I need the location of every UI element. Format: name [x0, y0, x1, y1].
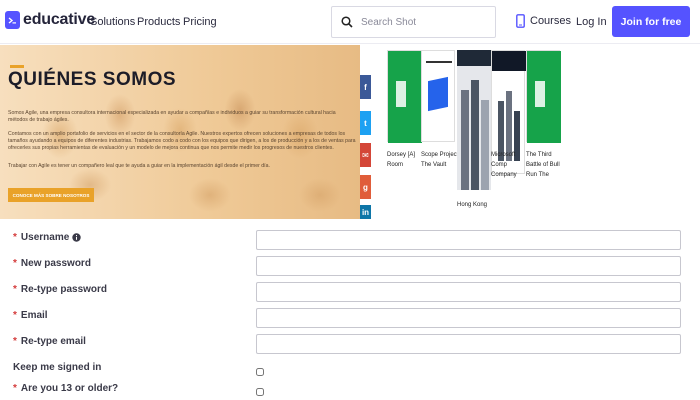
book-cover	[526, 50, 561, 143]
required-marker: *	[13, 258, 17, 269]
book-card[interactable]: Hong Kong	[457, 50, 491, 208]
form-row-email: * Email	[0, 306, 700, 330]
nav-solutions[interactable]: Solutions	[90, 16, 135, 28]
twitter-icon[interactable]: t	[360, 111, 371, 135]
email-field[interactable]	[256, 308, 681, 328]
book-cover	[387, 50, 422, 143]
educative-logo[interactable]: educative	[5, 11, 95, 29]
educative-logo-icon	[5, 11, 20, 29]
username-field[interactable]	[256, 230, 681, 250]
join-for-free-button[interactable]: Join for free	[612, 6, 690, 37]
courses-icon	[516, 14, 525, 28]
courses-link[interactable]: Courses	[516, 14, 571, 28]
book-cover	[457, 50, 491, 190]
google-plus-icon[interactable]: g	[360, 175, 371, 199]
email-icon[interactable]: ✉	[360, 143, 371, 167]
learn-more-button[interactable]: CONOCE MÁS SOBRE NOSOTROS	[8, 188, 94, 202]
required-marker: *	[13, 232, 17, 243]
login-link[interactable]: Log In	[576, 16, 607, 28]
new-password-label: * New password	[13, 258, 91, 269]
username-label: * Username	[13, 232, 81, 243]
required-marker: *	[13, 336, 17, 347]
hero-paragraph-1: Somos Agile, una empresa consultora inte…	[8, 110, 336, 123]
nav-pricing[interactable]: Pricing	[183, 16, 217, 28]
retype-password-label: * Re-type password	[13, 284, 108, 295]
title-accent-bar	[10, 65, 24, 68]
hero-paragraph-3: Trabajar con Agile es tener un compañero…	[8, 163, 270, 169]
form-row-age-check: * Are you 13 or older?	[0, 383, 700, 400]
required-marker: *	[13, 310, 17, 321]
book-caption: Dorsey [A] Room	[387, 152, 416, 168]
new-password-field[interactable]	[256, 256, 681, 276]
required-marker: *	[13, 284, 17, 295]
age-check-checkbox[interactable]	[256, 388, 264, 396]
book-card[interactable]: Microsoft Comp Company	[491, 50, 526, 190]
book-card[interactable]: The Third Battle of Bull Run The	[526, 50, 561, 190]
book-caption: The Third Battle of Bull Run The	[526, 152, 560, 178]
required-marker: *	[13, 383, 17, 394]
email-label: * Email	[13, 310, 48, 321]
book-caption: Scope Project The Vault	[421, 152, 459, 168]
hero-paragraph-2: Contamos con un amplio portafolio de ser…	[8, 131, 356, 151]
book-caption: Hong Kong	[457, 202, 488, 208]
hero-title: QUIÉNES SOMOS	[8, 69, 177, 90]
nav-products[interactable]: Products	[137, 16, 180, 28]
form-row-retype-password: * Re-type password	[0, 280, 700, 304]
age-check-label: * Are you 13 or older?	[13, 383, 119, 394]
top-navbar: educative Solutions Products Pricing Cou…	[0, 0, 700, 44]
linkedin-icon[interactable]: in	[360, 205, 371, 219]
book-card[interactable]: Scope Project The Vault	[421, 50, 458, 190]
facebook-icon[interactable]: f	[360, 75, 371, 99]
courses-label: Courses	[530, 15, 571, 27]
about-us-hero: QUIÉNES SOMOS Somos Agile, una empresa c…	[0, 45, 360, 219]
form-row-new-password: * New password	[0, 254, 700, 278]
book-cover	[421, 50, 455, 142]
keep-signed-in-label: Keep me signed in	[13, 362, 102, 373]
retype-email-field[interactable]	[256, 334, 681, 354]
search-box[interactable]	[331, 6, 496, 38]
info-icon[interactable]	[72, 233, 81, 242]
retype-email-label: * Re-type email	[13, 336, 86, 347]
form-row-username: * Username	[0, 228, 700, 252]
brand-name: educative	[23, 11, 96, 28]
keep-signed-in-checkbox[interactable]	[256, 368, 264, 376]
book-caption: Microsoft Comp Company	[491, 152, 517, 178]
retype-password-field[interactable]	[256, 282, 681, 302]
search-icon	[341, 16, 353, 28]
book-card[interactable]: Dorsey [A] Room	[387, 50, 422, 190]
search-input[interactable]	[361, 16, 481, 28]
form-row-retype-email: * Re-type email	[0, 332, 700, 356]
